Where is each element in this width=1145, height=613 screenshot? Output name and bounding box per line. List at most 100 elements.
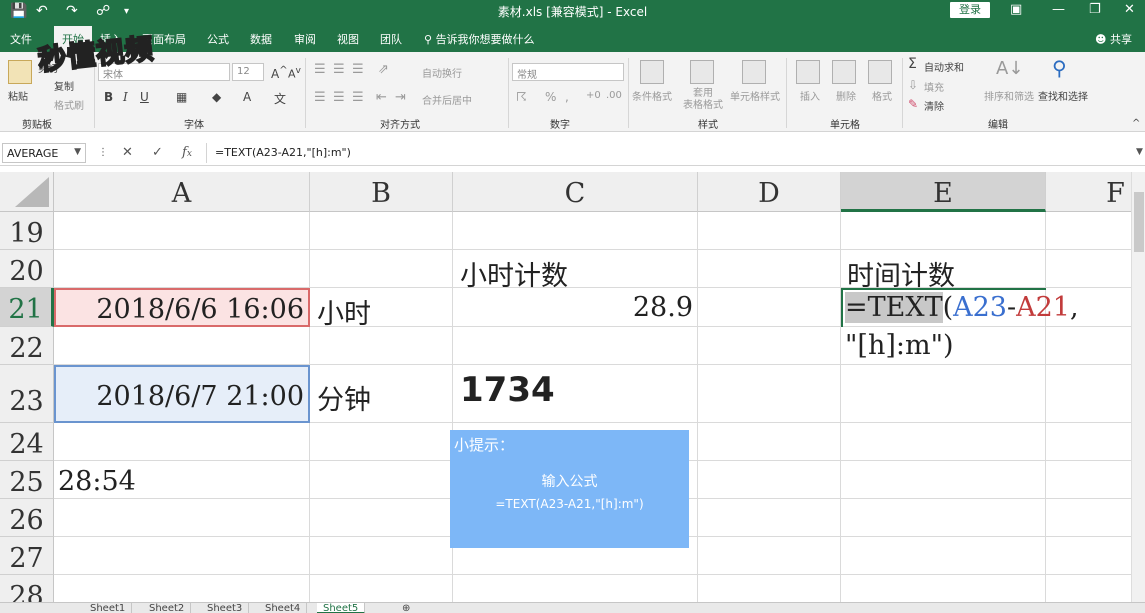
- add-sheet-icon[interactable]: ⊕: [396, 603, 416, 613]
- fill-button[interactable]: 填充: [924, 79, 944, 94]
- increase-font-icon[interactable]: A^: [271, 65, 288, 81]
- share-button[interactable]: ☻ 共享: [1095, 31, 1132, 47]
- close-icon[interactable]: ✕: [1124, 2, 1135, 17]
- percent-icon[interactable]: %: [545, 90, 556, 104]
- borders-icon[interactable]: ▦: [176, 90, 187, 104]
- increase-decimal-icon[interactable]: +0: [586, 90, 601, 101]
- tab-review[interactable]: 审阅: [294, 31, 316, 47]
- align-middle-icon[interactable]: ☰: [333, 62, 345, 77]
- insert-cells-button[interactable]: 插入: [800, 88, 820, 103]
- sheet-tab-1[interactable]: Sheet1: [84, 603, 133, 613]
- format-painter-button[interactable]: 格式刷: [54, 97, 84, 112]
- cell-e21-formula-line2[interactable]: "[h]:m"): [845, 330, 954, 361]
- tab-file[interactable]: 文件: [10, 31, 32, 47]
- wrap-text-button[interactable]: 自动换行: [422, 65, 462, 80]
- align-left-icon[interactable]: ☰: [314, 90, 326, 105]
- enter-icon[interactable]: ✓: [152, 145, 163, 160]
- column-header-c[interactable]: C: [453, 172, 698, 212]
- autosum-button[interactable]: 自动求和: [924, 59, 964, 74]
- find-select-button[interactable]: 查找和选择: [1038, 88, 1088, 103]
- column-header-d[interactable]: D: [698, 172, 841, 212]
- delete-cells-icon[interactable]: [832, 60, 856, 84]
- insert-function-icon[interactable]: fx: [182, 145, 192, 160]
- comma-icon[interactable]: ,: [565, 90, 569, 104]
- cell-c20[interactable]: 小时计数: [460, 254, 568, 293]
- align-top-icon[interactable]: ☰: [314, 62, 326, 77]
- column-header-e[interactable]: E: [841, 172, 1046, 212]
- row-header-25[interactable]: 25: [0, 461, 54, 499]
- sort-filter-button[interactable]: 排序和筛选: [984, 88, 1034, 103]
- login-button[interactable]: 登录: [950, 2, 990, 18]
- vertical-scrollbar[interactable]: [1131, 172, 1145, 602]
- row-header-24[interactable]: 24: [0, 423, 54, 461]
- clear-button[interactable]: 清除: [924, 98, 944, 113]
- row-header-20[interactable]: 20: [0, 250, 54, 288]
- conditional-format-icon[interactable]: [640, 60, 664, 84]
- ribbon-display-icon[interactable]: ▣: [1010, 2, 1022, 17]
- fill-icon[interactable]: ⇩: [908, 78, 918, 92]
- scrollbar-thumb[interactable]: [1134, 192, 1144, 252]
- minimize-icon[interactable]: —: [1052, 2, 1065, 17]
- increase-indent-icon[interactable]: ⇥: [395, 90, 406, 105]
- row-header-19[interactable]: 19: [0, 212, 54, 250]
- bold-icon[interactable]: B: [104, 90, 113, 104]
- sort-filter-icon[interactable]: A↓: [996, 58, 1023, 79]
- font-color-icon[interactable]: A: [243, 90, 251, 104]
- paste-icon[interactable]: [8, 60, 32, 84]
- column-header-a[interactable]: A: [54, 172, 310, 212]
- restore-icon[interactable]: ❐: [1089, 2, 1101, 17]
- row-header-22[interactable]: 22: [0, 327, 54, 365]
- cancel-icon[interactable]: ✕: [122, 145, 133, 160]
- format-cells-icon[interactable]: [868, 60, 892, 84]
- align-bottom-icon[interactable]: ☰: [352, 62, 364, 77]
- italic-icon[interactable]: I: [123, 90, 128, 104]
- sheet-tab-5[interactable]: Sheet5: [317, 603, 366, 613]
- format-as-table-icon[interactable]: [690, 60, 714, 84]
- tab-team[interactable]: 团队: [380, 31, 402, 47]
- cell-a23[interactable]: 2018/6/7 21:00: [54, 365, 310, 423]
- insert-cells-icon[interactable]: [796, 60, 820, 84]
- column-header-b[interactable]: B: [310, 172, 453, 212]
- collapse-ribbon-icon[interactable]: ^: [1132, 118, 1140, 129]
- eraser-icon[interactable]: ✎: [908, 97, 918, 111]
- format-as-table-button[interactable]: 套用 表格格式: [678, 88, 728, 112]
- cell-a25[interactable]: 28:54: [58, 466, 136, 497]
- tab-data[interactable]: 数据: [250, 31, 272, 47]
- sheet-tab-2[interactable]: Sheet2: [143, 603, 192, 613]
- spreadsheet-grid[interactable]: A B C D E F 19 20 21 22 23 24 25 26 27 2…: [0, 172, 1145, 602]
- sheet-tab-3[interactable]: Sheet3: [201, 603, 250, 613]
- align-center-icon[interactable]: ☰: [333, 90, 345, 105]
- sheet-tab-4[interactable]: Sheet4: [259, 603, 308, 613]
- cell-styles-button[interactable]: 单元格样式: [730, 88, 780, 103]
- row-header-21[interactable]: 21: [0, 288, 54, 327]
- underline-icon[interactable]: U: [140, 90, 149, 104]
- merge-center-button[interactable]: 合并后居中: [422, 92, 472, 107]
- autosum-icon[interactable]: Σ: [908, 56, 917, 72]
- tab-formulas[interactable]: 公式: [207, 31, 229, 47]
- cell-b23[interactable]: 分钟: [317, 378, 371, 417]
- accounting-icon[interactable]: ☈: [516, 90, 527, 104]
- tell-me-search[interactable]: ⚲ 告诉我你想要做什么: [424, 31, 535, 47]
- font-size-select[interactable]: 12: [232, 63, 264, 81]
- row-header-23[interactable]: 23: [0, 365, 54, 423]
- orientation-icon[interactable]: ⇗: [378, 62, 389, 77]
- chevron-down-icon[interactable]: ▼: [74, 147, 81, 157]
- decrease-font-icon[interactable]: Av: [288, 65, 301, 81]
- delete-cells-button[interactable]: 删除: [836, 88, 856, 103]
- cell-e21-formula-line1[interactable]: =TEXT(A23-A21,: [845, 292, 1079, 323]
- name-box[interactable]: AVERAGE ▼: [2, 143, 86, 163]
- cell-b21[interactable]: 小时: [317, 292, 371, 331]
- cell-c23[interactable]: 1734: [460, 370, 555, 410]
- row-header-26[interactable]: 26: [0, 499, 54, 537]
- select-all-corner[interactable]: [0, 172, 54, 212]
- number-format-select[interactable]: 常规: [512, 63, 624, 81]
- cell-a21[interactable]: 2018/6/6 16:06: [54, 288, 310, 327]
- expand-formula-icon[interactable]: ▼: [1136, 147, 1143, 157]
- align-right-icon[interactable]: ☰: [352, 90, 364, 105]
- row-header-27[interactable]: 27: [0, 537, 54, 575]
- cell-c21[interactable]: 28.9: [453, 292, 693, 323]
- row-header-28[interactable]: 28: [0, 575, 54, 602]
- fill-color-icon[interactable]: ◆: [212, 90, 221, 104]
- paste-button[interactable]: 粘贴: [8, 88, 28, 103]
- decrease-indent-icon[interactable]: ⇤: [376, 90, 387, 105]
